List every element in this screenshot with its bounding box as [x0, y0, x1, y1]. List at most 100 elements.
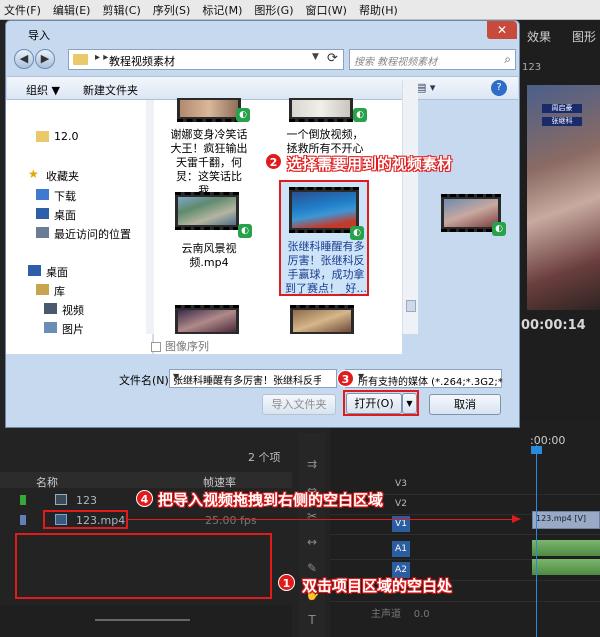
chevron-down-icon[interactable]: ▼ — [312, 52, 319, 62]
nav-label: 视频 — [62, 304, 84, 317]
organize-button[interactable]: 组织 ▼ — [26, 82, 60, 98]
menu-file[interactable]: 文件(F) — [4, 2, 41, 18]
timeline-audio-clip[interactable] — [532, 540, 600, 556]
picture-library-icon — [44, 322, 57, 333]
file-thumbnail[interactable] — [175, 192, 239, 230]
file-thumbnail[interactable] — [289, 187, 359, 233]
back-arrow-icon[interactable]: ◀ — [14, 49, 34, 69]
folder-icon — [36, 131, 49, 142]
view-options-icon[interactable]: ▤ ▾ — [416, 81, 435, 94]
refresh-icon[interactable]: ⟳ — [327, 51, 338, 66]
nav-item-downloads[interactable]: 下载 — [6, 186, 146, 204]
nav-item-videos[interactable]: 视频 — [6, 300, 146, 318]
file-thumbnail[interactable] — [175, 305, 239, 334]
scrollbar-thumb[interactable] — [406, 300, 416, 312]
thumbnail-image — [180, 100, 238, 117]
chevron-down-icon[interactable]: ▼ — [173, 372, 321, 381]
label-color-swatch[interactable] — [20, 515, 26, 525]
slip-tool-icon[interactable]: ↔ — [305, 535, 319, 549]
track-label-v2[interactable]: V2 — [392, 496, 410, 512]
address-path[interactable]: 教程视频素材 — [109, 53, 175, 69]
filetype-select[interactable]: 所有支持的媒体 (*.264;*.3G2;* ▼ — [345, 369, 503, 388]
thumbnail-image — [292, 192, 356, 228]
track-select-tool-icon[interactable]: ⇉ — [305, 457, 319, 471]
navigation-pane: 12.0 ★ 收藏夹 下载 桌面 最近访问的位置 桌面 库 视频 图片 — [6, 100, 153, 354]
type-tool-icon[interactable]: T — [305, 613, 319, 627]
menu-markers[interactable]: 标记(M) — [202, 2, 242, 18]
file-caption[interactable]: 张继科睡醒有多厉害！张继科反手赢球，成功拿到了赛点！_好... — [284, 240, 368, 296]
pen-tool-icon[interactable]: ✎ — [305, 561, 319, 575]
import-folder-button[interactable]: 导入文件夹 — [262, 394, 336, 415]
video-caption-2: 张继科 — [542, 117, 582, 126]
nav-label: 12.0 — [54, 130, 79, 143]
thumbnail-image — [444, 199, 498, 227]
master-value: 0.0 — [413, 609, 430, 620]
cancel-button[interactable]: 取消 — [429, 394, 501, 415]
nav-label: 图片 — [62, 323, 84, 336]
menu-edit[interactable]: 编辑(E) — [53, 2, 91, 18]
checkbox-box[interactable] — [151, 342, 161, 352]
file-thumbnail[interactable] — [290, 305, 354, 334]
timeline-audio-clip-2[interactable] — [532, 559, 600, 575]
track-label-a1[interactable]: A1 — [392, 541, 410, 557]
file-list-scrollbar[interactable] — [402, 80, 418, 334]
menu-help[interactable]: 帮助(H) — [359, 2, 398, 18]
tab-effects[interactable]: 效果 — [527, 28, 551, 45]
label-color-swatch[interactable] — [20, 495, 26, 505]
search-icon[interactable]: ⌕ — [504, 52, 511, 67]
close-icon[interactable]: ✕ — [487, 21, 517, 39]
tab-graphics[interactable]: 图形 — [572, 28, 596, 45]
column-name[interactable]: 名称 — [36, 474, 58, 490]
menu-bar: 文件(F) 编辑(E) 剪辑(C) 序列(S) 标记(M) 图形(G) 窗口(W… — [0, 0, 600, 20]
nav-label: 收藏夹 — [46, 170, 79, 183]
timeline-video-clip[interactable]: 123.mp4 [V] — [532, 511, 600, 529]
nav-pane-scrollbar[interactable] — [146, 100, 154, 334]
library-icon — [36, 284, 49, 295]
filename-label: 文件名(N): — [119, 374, 173, 387]
sequence-number: 123 — [522, 62, 542, 73]
menu-window[interactable]: 窗口(W) — [306, 2, 347, 18]
menu-sequence[interactable]: 序列(S) — [153, 2, 191, 18]
search-input[interactable]: 搜索 教程视频素材 ⌕ — [349, 49, 516, 70]
address-bar[interactable]: ▸ ▸ 教程视频素材 ▼ — [68, 49, 344, 70]
chevron-down-icon[interactable]: ▼ — [358, 372, 498, 381]
nav-item-recent[interactable]: 最近访问的位置 — [6, 224, 146, 242]
video-library-icon — [44, 303, 57, 314]
file-thumbnail[interactable] — [177, 98, 241, 122]
file-caption[interactable]: 云南风景视频.mp4 — [166, 242, 252, 270]
file-thumbnail[interactable] — [289, 98, 353, 122]
media-badge-icon: ◐ — [492, 222, 506, 236]
thumbnail-image — [292, 100, 350, 117]
project-item-name: 123 — [76, 494, 97, 507]
annotation-highlight-clip — [43, 510, 128, 529]
new-folder-button[interactable]: 新建文件夹 — [83, 82, 138, 98]
playhead-line[interactable] — [536, 445, 537, 637]
image-sequence-checkbox[interactable]: 图像序列 — [151, 338, 209, 354]
image-sequence-label: 图像序列 — [165, 340, 209, 353]
help-icon[interactable]: ? — [491, 80, 507, 96]
media-badge-icon: ◐ — [353, 108, 367, 122]
tools-panel: ⇉ ⇔ ✂ ↔ ✎ ✋ T — [299, 433, 325, 637]
project-footer — [0, 605, 292, 637]
nav-item-desktop-root[interactable]: 桌面 — [6, 262, 146, 280]
menu-clip[interactable]: 剪辑(C) — [102, 2, 140, 18]
menu-graphics[interactable]: 图形(G) — [254, 2, 293, 18]
media-badge-icon: ◐ — [236, 108, 250, 122]
track-label-v3[interactable]: V3 — [392, 476, 410, 492]
open-button[interactable]: 打开(O) — [346, 393, 402, 414]
clip-label: 123.mp4 [V] — [536, 514, 587, 523]
nav-label: 桌面 — [54, 209, 76, 222]
file-caption[interactable]: 谢娜变身冷笑话大王！疯狂输出天雷千翻，何炅：这笑话比我... — [166, 128, 252, 198]
nav-item-library[interactable]: 库 — [6, 281, 146, 299]
nav-item-desktop[interactable]: 桌面 — [6, 205, 146, 223]
open-dropdown-icon[interactable]: ▼ — [402, 393, 417, 414]
filename-input[interactable]: 张继科睡醒有多厉害！张继科反手赢 ▼ — [169, 369, 337, 388]
zoom-slider[interactable] — [95, 619, 190, 621]
nav-item-pictures[interactable]: 图片 — [6, 319, 146, 337]
column-framerate[interactable]: 帧速率 — [203, 474, 236, 490]
nav-item-favorites[interactable]: ★ 收藏夹 — [6, 166, 146, 184]
master-track-label: 主声道 0.0 — [371, 605, 430, 620]
forward-arrow-icon[interactable]: ▶ — [35, 49, 55, 69]
nav-item-12[interactable]: 12.0 — [6, 128, 146, 146]
razor-tool-icon[interactable]: ✂ — [305, 509, 319, 523]
